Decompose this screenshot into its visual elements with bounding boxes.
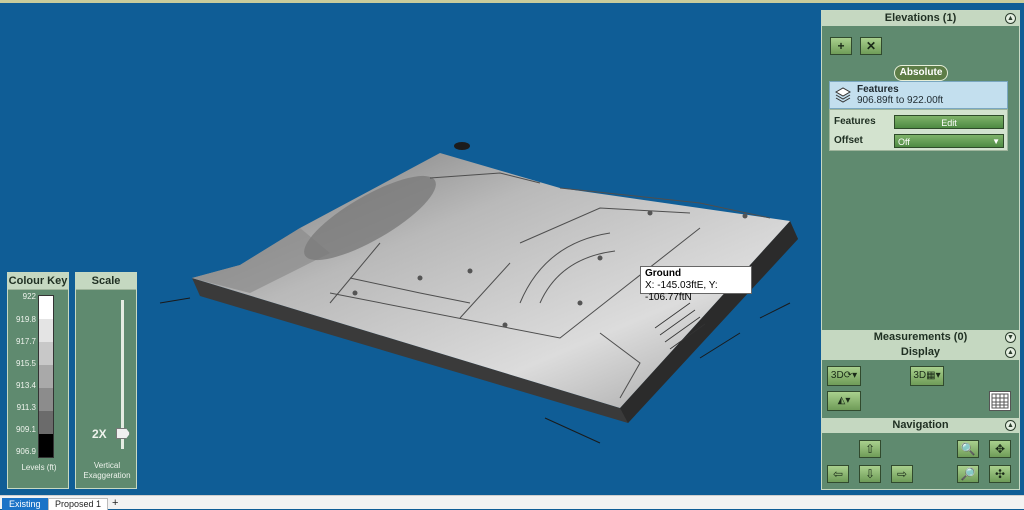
- collapse-up-icon[interactable]: ▲: [1005, 347, 1016, 358]
- pan-up-button[interactable]: ⇧: [859, 440, 881, 458]
- arrow-down-icon: ⇩: [864, 467, 876, 481]
- 3d-view-icon: 3D▦▾: [913, 370, 941, 381]
- colour-key-title: Colour Key: [8, 273, 68, 290]
- scale-panel: Scale 2X Vertical Exaggeration: [75, 272, 137, 489]
- tooltip-title: Ground: [645, 268, 682, 279]
- scenario-tab-bar: Existing Proposed 1 +: [0, 495, 1024, 510]
- pan-down-button[interactable]: ⇩: [859, 465, 881, 483]
- colour-key-bar: [38, 295, 54, 458]
- fit-extent-button[interactable]: ✥: [989, 440, 1011, 458]
- colour-swatch: [39, 342, 53, 365]
- tab-existing[interactable]: Existing: [2, 498, 48, 510]
- offset-value: Off: [898, 137, 910, 147]
- colour-key-panel: Colour Key 922 919.8 917.7 915.5 913.4 9…: [7, 272, 69, 489]
- arrow-left-icon: ⇦: [832, 467, 844, 481]
- feature-range: 906.89ft to 922.00ft: [857, 95, 944, 106]
- collapse-up-icon[interactable]: ▲: [1005, 420, 1016, 431]
- measurements-header[interactable]: Measurements (0) ▼: [822, 330, 1019, 345]
- edit-button[interactable]: Edit: [894, 115, 1004, 129]
- display-header[interactable]: Display ▲: [822, 345, 1019, 360]
- delete-x-icon: ✕: [865, 39, 877, 53]
- colour-swatch: [39, 388, 53, 411]
- pan-move-button[interactable]: ✣: [989, 465, 1011, 483]
- level-label: 917.7: [15, 337, 36, 346]
- navigation-title: Navigation: [892, 419, 949, 431]
- scale-title: Scale: [76, 273, 136, 290]
- colour-swatch: [39, 365, 53, 388]
- terrain-layer-button[interactable]: ◭▾: [827, 391, 861, 411]
- pan-right-button[interactable]: ⇨: [891, 465, 913, 483]
- north-marker-icon: [454, 142, 470, 150]
- delete-elevation-button[interactable]: ✕: [860, 37, 882, 55]
- scale-footer-line1: Vertical: [93, 461, 121, 470]
- level-label: 906.9: [15, 447, 36, 456]
- scale-footer-line2: Exaggeration: [83, 471, 131, 480]
- zoom-in-button[interactable]: 🔍: [957, 440, 979, 458]
- offset-label: Offset: [834, 135, 863, 146]
- scale-footer: Vertical Exaggeration: [76, 461, 138, 481]
- pan-left-button[interactable]: ⇦: [827, 465, 849, 483]
- colour-swatch: [39, 319, 53, 342]
- exaggeration-slider-thumb[interactable]: [116, 428, 130, 439]
- elevations-title: Elevations (1): [884, 12, 957, 24]
- chevron-down-icon: ▼: [992, 137, 1000, 146]
- 3d-view-button[interactable]: 3D▦▾: [910, 366, 944, 386]
- colour-key-footer: Levels (ft): [21, 463, 57, 472]
- collapse-up-icon[interactable]: ▲: [1005, 13, 1016, 24]
- zoom-out-button[interactable]: 🔎: [957, 465, 979, 483]
- measurements-title: Measurements (0): [873, 331, 968, 343]
- grid-toggle-button[interactable]: [989, 391, 1011, 411]
- level-label: 913.4: [15, 381, 36, 390]
- colour-swatch: [39, 296, 53, 319]
- level-label: 911.3: [16, 403, 36, 412]
- terrain-layer-icon: ◭▾: [837, 395, 851, 406]
- elevations-header[interactable]: Elevations (1) ▲: [822, 11, 1019, 26]
- features-elevation-item[interactable]: Features 906.89ft to 922.00ft: [829, 81, 1008, 109]
- add-elevation-button[interactable]: +: [830, 37, 852, 55]
- 3d-rotate-icon: 3D⟳▾: [830, 370, 858, 381]
- display-title: Display: [900, 346, 941, 358]
- add-tab-button[interactable]: +: [112, 497, 118, 509]
- 3d-rotate-button[interactable]: 3D⟳▾: [827, 366, 861, 386]
- level-label: 909.1: [15, 425, 36, 434]
- absolute-toggle[interactable]: Absolute: [894, 65, 948, 81]
- navigation-header[interactable]: Navigation ▲: [822, 418, 1019, 433]
- plus-icon: +: [837, 39, 845, 53]
- zoom-in-icon: 🔍: [960, 442, 976, 456]
- colour-swatch: [39, 434, 53, 457]
- exaggeration-value: 2X: [92, 427, 107, 441]
- fit-extent-icon: ✥: [994, 442, 1006, 456]
- feature-properties: Features Edit Offset Off ▼: [829, 109, 1008, 151]
- features-label: Features: [834, 116, 876, 127]
- tooltip-coords: X: -145.03ftE, Y: -106.77ftN: [645, 280, 718, 303]
- layers-icon: [834, 87, 852, 103]
- tab-proposed-1[interactable]: Proposed 1: [48, 498, 109, 510]
- pan-move-icon: ✣: [994, 467, 1006, 481]
- level-label: 915.5: [15, 359, 36, 368]
- point-tooltip: Ground X: -145.03ftE, Y: -106.77ftN: [640, 266, 752, 303]
- zoom-out-icon: 🔎: [960, 467, 976, 481]
- exaggeration-slider-track[interactable]: [121, 300, 124, 449]
- level-label: 919.8: [15, 315, 36, 324]
- colour-swatch: [39, 411, 53, 434]
- level-label: 922: [22, 292, 36, 301]
- arrow-right-icon: ⇨: [896, 467, 908, 481]
- expand-down-icon[interactable]: ▼: [1005, 332, 1016, 343]
- grid-icon: [991, 393, 1009, 409]
- offset-select[interactable]: Off ▼: [894, 134, 1004, 148]
- arrow-up-icon: ⇧: [864, 442, 876, 456]
- right-panel: Elevations (1) ▲ + ✕ Absolute Features 9…: [821, 10, 1020, 490]
- feature-name: Features: [857, 84, 899, 95]
